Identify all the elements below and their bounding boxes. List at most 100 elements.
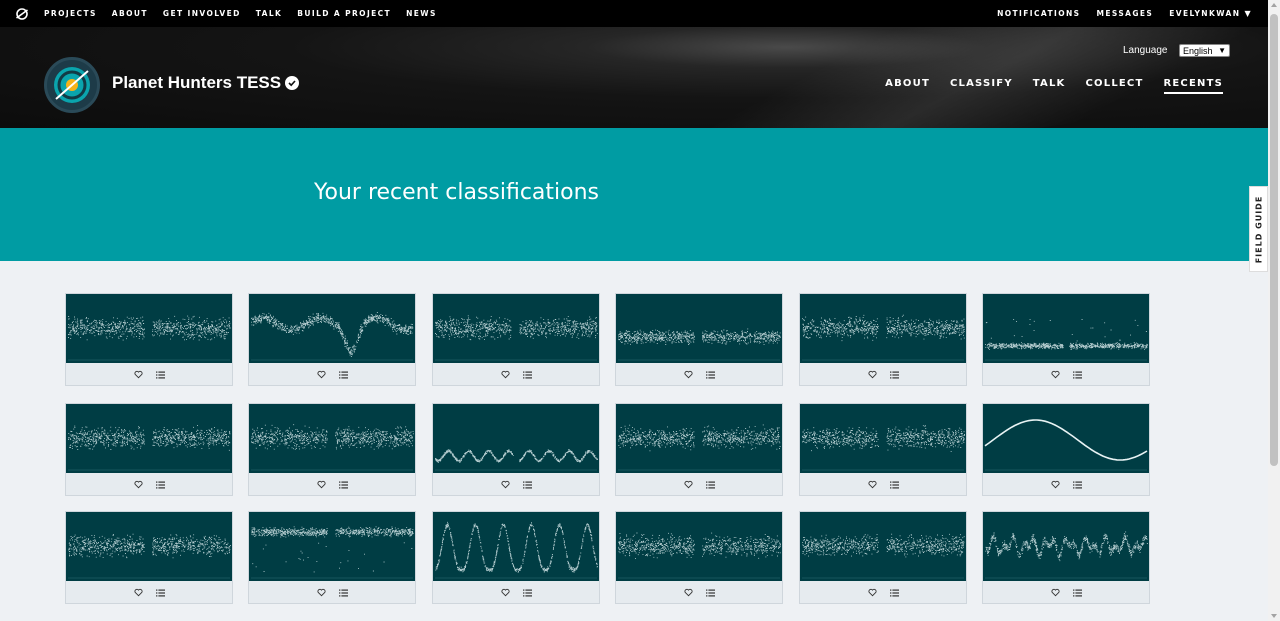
subject-thumbnail[interactable] [66,404,232,473]
light-curve-points [985,531,1148,562]
field-guide-tab[interactable]: FIELD GUIDE [1249,186,1268,272]
list-icon[interactable] [705,480,715,490]
light-curve-plot [985,531,1148,579]
list-icon[interactable] [705,370,715,380]
subject-thumbnail[interactable] [800,404,966,473]
site-nav-about[interactable]: ABOUT [112,9,148,18]
site-nav-news[interactable]: NEWS [406,9,437,18]
heart-icon[interactable] [500,480,510,490]
heart-icon[interactable] [316,480,326,490]
subject-thumbnail[interactable] [983,294,1149,363]
notifications-link[interactable]: NOTIFICATIONS [997,9,1080,18]
site-nav-projects[interactable]: PROJECTS [44,9,97,18]
heart-icon[interactable] [683,370,693,380]
project-nav-talk[interactable]: TALK [1033,78,1066,94]
site-top-nav: PROJECTS ABOUT GET INVOLVED TALK BUILD A PRO… [0,0,1268,27]
card-actions [433,363,599,386]
classification-card [65,293,233,386]
heart-icon[interactable] [500,588,510,598]
classification-card [982,293,1150,386]
site-nav-talk[interactable]: TALK [256,9,283,18]
project-nav-recents[interactable]: RECENTS [1163,78,1223,94]
heart-icon[interactable] [500,370,510,380]
heart-icon[interactable] [867,588,877,598]
messages-link[interactable]: MESSAGES [1096,9,1153,18]
list-icon[interactable] [522,588,532,598]
heart-icon[interactable] [867,370,877,380]
list-icon[interactable] [338,480,348,490]
card-actions [433,581,599,604]
heart-icon[interactable] [867,480,877,490]
zooniverse-logo-icon[interactable] [0,0,44,27]
list-icon[interactable] [889,480,899,490]
project-nav-about[interactable]: ABOUT [885,78,930,94]
classification-card [799,511,967,604]
scrollbar-thumb[interactable] [1270,14,1278,466]
light-curve-plot [618,424,781,471]
heart-icon[interactable] [1050,480,1060,490]
list-icon[interactable] [155,588,165,598]
light-curve-points [435,521,598,573]
planet-logo-icon [54,67,90,103]
subject-thumbnail[interactable] [249,404,415,473]
project-nav: ABOUT CLASSIFY TALK COLLECT RECENTS [885,78,1223,94]
list-icon[interactable] [1072,370,1082,380]
project-nav-classify[interactable]: CLASSIFY [950,78,1013,94]
list-icon[interactable] [155,370,165,380]
subject-thumbnail[interactable] [983,512,1149,581]
subject-thumbnail[interactable] [616,404,782,473]
site-nav-build-a-project[interactable]: BUILD A PROJECT [297,9,391,18]
scroll-down-icon[interactable] [1271,614,1277,618]
heart-icon[interactable] [1050,588,1060,598]
project-avatar[interactable] [44,57,100,113]
list-icon[interactable] [338,370,348,380]
list-icon[interactable] [1072,480,1082,490]
subject-thumbnail[interactable] [433,294,599,363]
page-scrollbar[interactable] [1268,0,1280,621]
card-actions [66,581,232,604]
light-curve-points [251,424,414,450]
list-icon[interactable] [1072,588,1082,598]
subject-thumbnail[interactable] [66,512,232,581]
subject-thumbnail[interactable] [616,512,782,581]
project-title[interactable]: Planet Hunters TESS [112,73,281,93]
classification-card [799,293,967,386]
subject-thumbnail[interactable] [800,512,966,581]
subject-thumbnail[interactable] [433,404,599,473]
subject-thumbnail[interactable] [433,512,599,581]
heart-icon[interactable] [683,588,693,598]
list-icon[interactable] [889,588,899,598]
list-icon[interactable] [705,588,715,598]
scroll-up-icon[interactable] [1271,3,1277,7]
language-select[interactable]: English ▼ [1179,44,1230,57]
recents-banner: Your recent classifications [0,128,1268,261]
list-icon[interactable] [522,480,532,490]
list-icon[interactable] [155,480,165,490]
user-menu[interactable]: EVELYNKWAN ▼ [1169,9,1252,18]
language-value: English [1183,45,1213,56]
heart-icon[interactable] [683,480,693,490]
list-icon[interactable] [522,370,532,380]
list-icon[interactable] [338,588,348,598]
list-icon[interactable] [889,370,899,380]
subject-thumbnail[interactable] [983,404,1149,473]
light-curve-plot [251,312,414,361]
project-nav-collect[interactable]: COLLECT [1086,78,1144,94]
heart-icon[interactable] [316,370,326,380]
verified-badge-icon [285,76,299,90]
subject-thumbnail[interactable] [249,294,415,363]
heart-icon[interactable] [133,480,143,490]
light-curve-plot [251,526,414,579]
site-nav-get-involved[interactable]: GET INVOLVED [163,9,241,18]
subject-thumbnail[interactable] [66,294,232,363]
heart-icon[interactable] [133,588,143,598]
card-actions [66,473,232,496]
heart-icon[interactable] [1050,370,1060,380]
heart-icon[interactable] [316,588,326,598]
subject-thumbnail[interactable] [800,294,966,363]
light-curve-points [802,314,965,342]
subject-thumbnail[interactable] [616,294,782,363]
subject-thumbnail[interactable] [249,512,415,581]
light-curve-points [802,533,965,558]
heart-icon[interactable] [133,370,143,380]
